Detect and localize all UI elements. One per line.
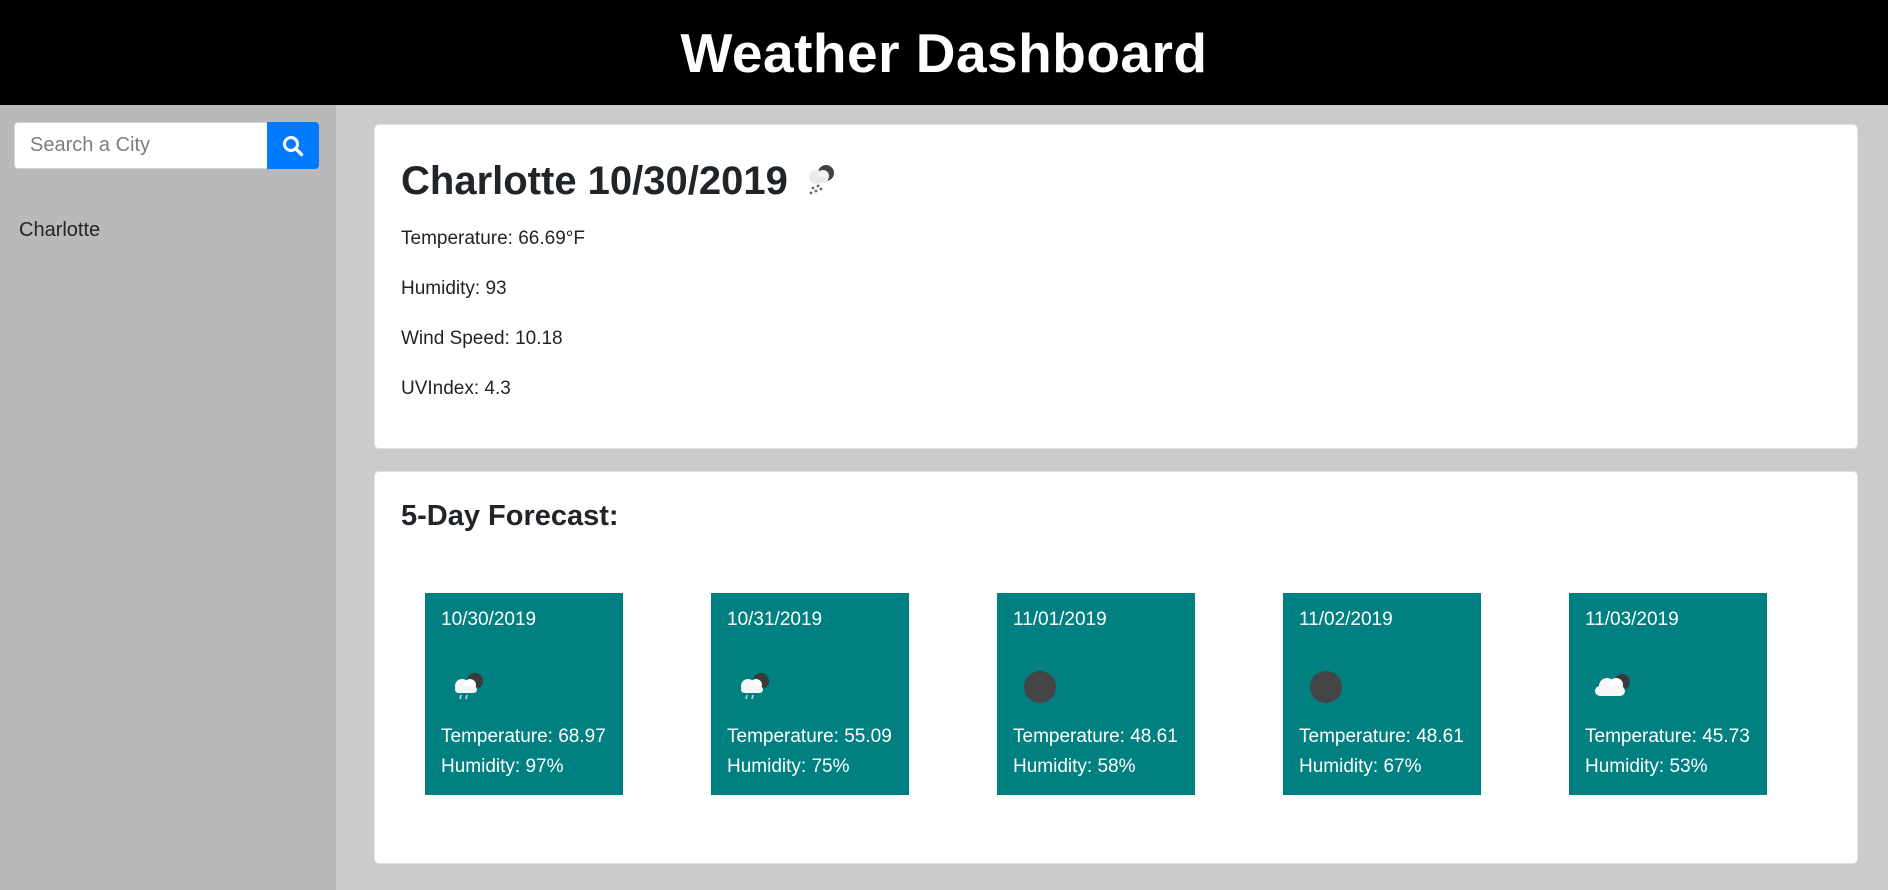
forecast-day: 10/30/2019 Temperature: 68.97 Humidity: … [425, 593, 623, 795]
search-input[interactable] [14, 122, 267, 169]
forecast-temperature: Temperature: 48.61 [1013, 726, 1178, 747]
dark-circle-icon [1017, 667, 1061, 707]
forecast-day: 11/01/2019 Temperature: 48.61 Humidity: … [997, 593, 1195, 795]
search-bar [14, 122, 319, 169]
forecast-temperature: Temperature: 45.73 [1585, 726, 1750, 747]
current-weather-card: Charlotte 10/30/2019 Temperature: 66.69°… [374, 124, 1858, 449]
cloud-rain-icon [802, 161, 840, 207]
sidebar: Charlotte [0, 105, 336, 890]
forecast-humidity: Humidity: 97% [441, 756, 564, 777]
forecast-date: 11/01/2019 [1013, 609, 1107, 630]
cloud-rain-icon [445, 667, 489, 707]
forecast-humidity: Humidity: 75% [727, 756, 850, 777]
forecast-card: 5-Day Forecast: 10/30/2019 Temperature: … [374, 471, 1858, 864]
forecast-temperature: Temperature: 68.97 [441, 726, 606, 747]
current-temperature: Temperature: 66.69°F [401, 228, 585, 249]
dark-circle-icon [1303, 667, 1347, 707]
forecast-date: 11/03/2019 [1585, 609, 1679, 630]
app-title: Weather Dashboard [680, 21, 1208, 84]
search-icon [283, 135, 304, 156]
forecast-day: 11/02/2019 Temperature: 48.61 Humidity: … [1283, 593, 1481, 795]
current-uv-index: UVIndex: 4.3 [401, 378, 511, 399]
forecast-humidity: Humidity: 58% [1013, 756, 1136, 777]
current-humidity: Humidity: 93 [401, 278, 507, 299]
cloud-rain-icon [731, 667, 775, 707]
forecast-day: 10/31/2019 Temperature: 55.09 Humidity: … [711, 593, 909, 795]
forecast-date: 11/02/2019 [1299, 609, 1393, 630]
current-weather-heading: Charlotte 10/30/2019 [401, 155, 840, 207]
forecast-temperature: Temperature: 55.09 [727, 726, 892, 747]
forecast-title: 5-Day Forecast: [401, 500, 619, 532]
cloud-icon [1589, 667, 1633, 707]
history-item-charlotte[interactable]: Charlotte [19, 219, 100, 242]
current-wind-speed: Wind Speed: 10.18 [401, 328, 563, 349]
forecast-temperature: Temperature: 48.61 [1299, 726, 1464, 747]
app-header: Weather Dashboard [0, 0, 1888, 105]
forecast-date: 10/31/2019 [727, 609, 823, 630]
forecast-date: 10/30/2019 [441, 609, 537, 630]
search-button[interactable] [267, 122, 319, 169]
current-city-date: Charlotte 10/30/2019 [401, 158, 788, 203]
forecast-humidity: Humidity: 67% [1299, 756, 1422, 777]
forecast-day: 11/03/2019 Temperature: 45.73 Humidity: … [1569, 593, 1767, 795]
forecast-humidity: Humidity: 53% [1585, 756, 1708, 777]
